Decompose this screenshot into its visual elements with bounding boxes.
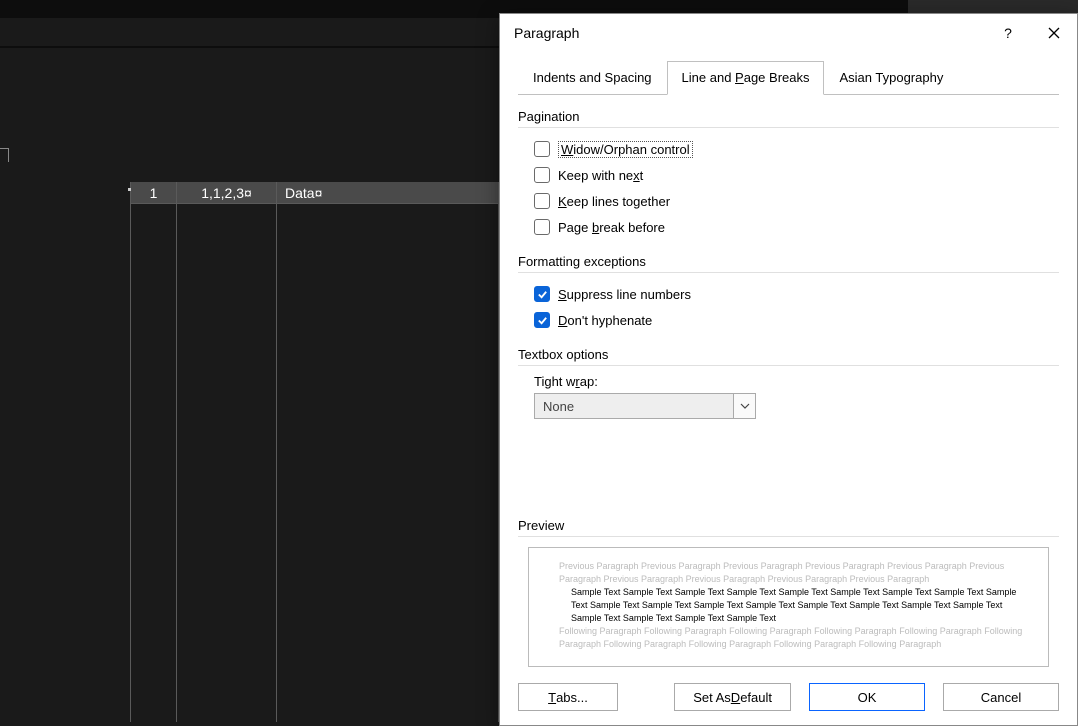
tab-indents-spacing[interactable]: Indents and Spacing <box>518 61 667 95</box>
tight-wrap-value[interactable]: None <box>534 393 734 419</box>
keep-lines-together-label: Keep lines together <box>558 194 670 209</box>
dont-hyphenate-row[interactable]: Don't hyphenate <box>534 307 1059 333</box>
widow-orphan-label: Widow/Orphan control <box>558 141 693 158</box>
tab-label-post: age Breaks <box>744 70 810 85</box>
tab-asian-typography[interactable]: Asian Typography <box>824 61 958 95</box>
formatting-options: Suppress line numbers Don't hyphenate <box>534 281 1059 333</box>
table-col-2[interactable]: Data¤ <box>276 182 498 722</box>
section-formatting-exceptions: Formatting exceptions <box>518 254 1059 273</box>
dialog-titlebar[interactable]: Paragraph ? <box>500 14 1077 52</box>
dialog-buttons: Tabs... Set As Default OK Cancel <box>500 667 1077 725</box>
tight-wrap-label: Tight wrap: <box>534 374 1059 389</box>
help-button[interactable]: ? <box>985 14 1031 52</box>
suppress-line-numbers-label: Suppress line numbers <box>558 287 691 302</box>
table-col-1-header[interactable]: 1,1,2,3¤ <box>177 182 276 204</box>
tab-label-pre: Line and <box>682 70 736 85</box>
tab-label: Indents and Spacing <box>533 70 652 85</box>
keep-with-next-checkbox[interactable] <box>534 167 550 183</box>
dialog-title: Paragraph <box>514 25 985 41</box>
tab-line-page-breaks[interactable]: Line and Page Breaks <box>667 61 825 95</box>
section-preview: Preview <box>518 518 1059 537</box>
keep-with-next-label: Keep with next <box>558 168 643 183</box>
dont-hyphenate-checkbox[interactable] <box>534 312 550 328</box>
tight-wrap-dropdown-button[interactable] <box>734 393 756 419</box>
pagination-options: Widow/Orphan control Keep with next Keep… <box>534 136 1059 240</box>
widow-orphan-checkbox[interactable] <box>534 141 550 157</box>
tight-wrap-select[interactable]: None <box>534 393 1059 419</box>
dialog-spacer <box>518 419 1059 504</box>
widow-orphan-row[interactable]: Widow/Orphan control <box>534 136 1059 162</box>
dialog-body: Indents and Spacing Line and Page Breaks… <box>500 52 1077 667</box>
check-icon <box>537 289 548 300</box>
close-button[interactable] <box>1031 14 1077 52</box>
table-col-0-header[interactable]: 1 <box>131 182 176 204</box>
page-break-before-row[interactable]: Page break before <box>534 214 1059 240</box>
ok-button[interactable]: OK <box>809 683 925 711</box>
chevron-down-icon <box>740 403 750 409</box>
section-pagination: Pagination <box>518 109 1059 128</box>
dont-hyphenate-label: Don't hyphenate <box>558 313 652 328</box>
paragraph-dialog: Paragraph ? Indents and Spacing Line and… <box>499 13 1078 726</box>
preview-sample-text: Sample Text Sample Text Sample Text Samp… <box>571 586 1024 625</box>
page-break-before-label: Page break before <box>558 220 665 235</box>
set-as-default-button[interactable]: Set As Default <box>674 683 791 711</box>
keep-lines-together-checkbox[interactable] <box>534 193 550 209</box>
ruler-mark <box>0 148 9 162</box>
preview-box: Previous Paragraph Previous Paragraph Pr… <box>528 547 1049 667</box>
table-col-1[interactable]: 1,1,2,3¤ <box>176 182 276 722</box>
suppress-line-numbers-row[interactable]: Suppress line numbers <box>534 281 1059 307</box>
table-anchor-icon <box>128 188 131 191</box>
tab-mnemonic: P <box>735 70 744 85</box>
close-icon <box>1048 27 1060 39</box>
keep-lines-together-row[interactable]: Keep lines together <box>534 188 1059 214</box>
table-col-2-header[interactable]: Data¤ <box>277 182 498 204</box>
tab-label: Asian Typography <box>839 70 943 85</box>
page-break-before-checkbox[interactable] <box>534 219 550 235</box>
dialog-tabs: Indents and Spacing Line and Page Breaks… <box>518 60 1059 95</box>
suppress-line-numbers-checkbox[interactable] <box>534 286 550 302</box>
section-textbox-options: Textbox options <box>518 347 1059 366</box>
cancel-button[interactable]: Cancel <box>943 683 1059 711</box>
keep-with-next-row[interactable]: Keep with next <box>534 162 1059 188</box>
check-icon <box>537 315 548 326</box>
preview-following-paragraph: Following Paragraph Following Paragraph … <box>559 625 1024 651</box>
tabs-button[interactable]: Tabs... <box>518 683 618 711</box>
preview-previous-paragraph: Previous Paragraph Previous Paragraph Pr… <box>559 560 1024 586</box>
table-col-0[interactable]: 1 <box>130 182 176 722</box>
